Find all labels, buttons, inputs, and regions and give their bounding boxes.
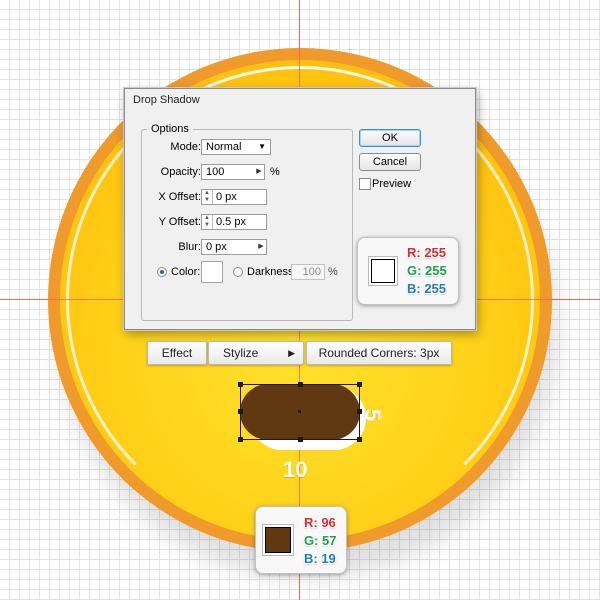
y-offset-label: Y Offset: [158,216,201,228]
breadcrumb-stylize[interactable]: Stylize ▶ [208,341,304,365]
shadow-color-swatch[interactable] [201,261,223,283]
opacity-unit: % [270,166,280,178]
shadow-green-value: G: 255 [407,263,447,278]
mode-label: Mode: [170,141,201,153]
blur-label: Blur: [178,241,201,253]
opacity-value: 100 [206,166,225,178]
shadow-blue-value: B: 255 [407,281,447,296]
mouth-blue-value: B: 19 [304,551,336,566]
shadow-color-fill [371,259,395,283]
mouth-red-value: R: 96 [304,515,336,530]
y-offset-value: 0.5 px [216,216,246,228]
center-point [298,410,301,413]
blur-value: 0 px [206,241,227,253]
opacity-arrow-icon[interactable]: ▶ [254,165,264,179]
mouth-color-card: R: 96 G: 57 B: 19 [255,506,347,574]
chevron-right-icon: ▶ [288,348,295,358]
handle-top-left[interactable] [238,382,243,387]
opacity-field[interactable]: 100 ▶ [201,164,265,180]
ok-button[interactable]: OK [359,129,421,147]
width-dimension-label: 10 [283,457,308,482]
handle-middle-left[interactable] [238,409,243,414]
drop-shadow-dialog: Drop Shadow Options Mode: Normal ▼ Opaci… [124,88,476,330]
y-offset-stepper-icon[interactable]: ▲ ▼ [202,215,213,229]
x-offset-label: X Offset: [158,191,201,203]
preview-label: Preview [372,178,412,190]
handle-top-right[interactable] [357,382,362,387]
breadcrumb-rounded-corners[interactable]: Rounded Corners: 3px [306,341,452,365]
mode-value: Normal [206,141,242,153]
height-dimension-label: 5 [360,408,386,422]
handle-bottom-left[interactable] [238,437,243,442]
darkness-unit: % [328,266,338,278]
mode-select[interactable]: Normal ▼ [201,139,271,155]
x-offset-value: 0 px [216,191,237,203]
options-group-title: Options [147,123,193,135]
darkness-label: Darkness: [247,266,297,278]
color-label: Color: [171,266,201,278]
mouth-color-preview [262,524,294,556]
shadow-red-value: R: 255 [407,245,447,260]
mouth-color-fill [265,527,291,553]
darkness-radio[interactable] [233,267,243,277]
dialog-title: Drop Shadow [133,94,200,106]
breadcrumb-stylize-label: Stylize [223,346,259,360]
handle-bottom-right[interactable] [357,437,362,442]
x-offset-field[interactable]: ▲ ▼ 0 px [201,189,267,205]
darkness-field[interactable]: 100 [291,264,325,280]
opacity-label: Opacity: [160,166,201,178]
chevron-down-icon: ▼ [258,142,266,151]
preview-checkbox[interactable] [359,178,371,190]
color-radio[interactable] [157,267,167,277]
shadow-color-preview [368,256,398,286]
x-offset-stepper-icon[interactable]: ▲ ▼ [202,190,213,204]
cancel-button[interactable]: Cancel [359,153,421,171]
shadow-color-card: R: 255 G: 255 B: 255 [357,237,459,305]
breadcrumb-effect[interactable]: Effect [147,341,207,365]
mouth-green-value: G: 57 [304,533,337,548]
blur-field[interactable]: 0 px ▶ [201,239,267,255]
handle-top-center[interactable] [298,382,303,387]
y-offset-field[interactable]: ▲ ▼ 0.5 px [201,214,267,230]
blur-arrow-icon[interactable]: ▶ [256,240,266,254]
handle-bottom-center[interactable] [298,437,303,442]
